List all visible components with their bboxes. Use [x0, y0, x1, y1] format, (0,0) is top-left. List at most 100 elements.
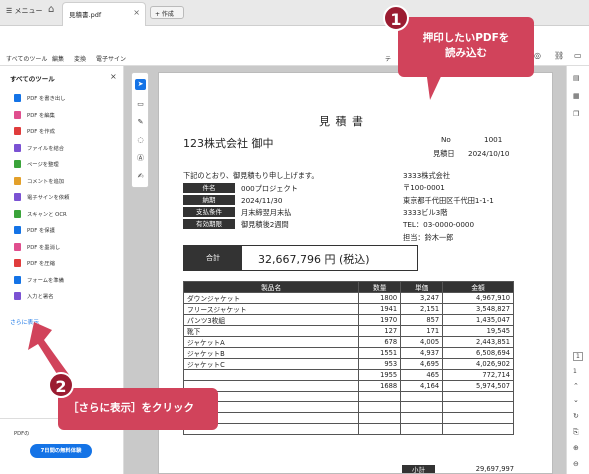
home-icon[interactable]: ⌂ [48, 4, 54, 15]
table-cell: 465 [400, 369, 444, 381]
date-value: 2024/10/10 [468, 149, 510, 158]
table-cell: 6,508,694 [442, 347, 514, 359]
sidebar-item[interactable]: PDF を作成 [14, 125, 55, 137]
sidebar-item[interactable]: 電子サインを依頼 [14, 191, 69, 203]
table-row: フリースジャケット 1941 2,151 3,548,827 [182, 303, 514, 315]
info-value: 御見積後2週間 [241, 220, 289, 229]
sidebar-item[interactable]: コメントを追加 [14, 175, 64, 187]
table-cell: ダウンジャケット [182, 292, 360, 304]
sidebar-item[interactable]: ページを整理 [14, 158, 59, 170]
info-value: 月末締翌月末払 [241, 208, 292, 217]
sidebar-item[interactable]: ファイルを結合 [14, 142, 64, 154]
close-tab-icon[interactable]: × [133, 8, 140, 17]
table-cell: 19,545 [442, 325, 514, 337]
table-cell: 3,548,827 [442, 303, 514, 315]
tool-icon [14, 292, 21, 300]
intro-text: 下記のとおり、御見積もり申し上げます。 [183, 171, 319, 180]
table-cell: パンツ3枚組 [182, 314, 360, 326]
nav-convert[interactable]: 変換 [74, 54, 86, 63]
tool-icon [14, 127, 21, 135]
table-cell: 857 [400, 314, 444, 326]
page-down-icon[interactable]: ⌄ [573, 396, 579, 404]
zoom-in-icon[interactable]: ⊕ [573, 444, 579, 452]
sidebar-item[interactable]: スキャンと OCR [14, 208, 67, 220]
sign-icon[interactable]: ✍ [135, 171, 146, 182]
company-line: 3333ビル3階 [403, 207, 448, 217]
table-row [182, 401, 514, 414]
sidebar-item[interactable]: PDF を墨消し [14, 241, 60, 253]
comment-icon[interactable]: ▭ [574, 51, 582, 60]
free-trial-button[interactable]: 7日間の無料体験 [30, 444, 92, 458]
table-row: ジャケットC 953 4,695 4,026,902 [182, 358, 514, 370]
table-row: ジャケットA 678 4,005 2,443,851 [182, 336, 514, 348]
link-icon[interactable]: ⛓ [554, 51, 564, 60]
trial-text: PDFの [14, 431, 30, 437]
table-cell: フリースジャケット [182, 303, 360, 315]
sidebar-item[interactable]: PDF を編集 [14, 109, 55, 121]
page-total: 1 [573, 368, 577, 375]
highlight-pen-icon[interactable]: ✎ [135, 117, 146, 128]
nav-edit[interactable]: 編集 [52, 54, 64, 63]
add-comment-icon[interactable]: ▭ [135, 99, 146, 110]
sidebar-title: すべてのツール [10, 75, 55, 83]
new-tab-button[interactable]: + 作成 [150, 6, 184, 19]
menu-button[interactable]: ☰ メニュー [6, 6, 43, 16]
copy-icon[interactable]: ❐ [573, 110, 579, 118]
info-value: 000プロジェクト [241, 184, 298, 193]
table-cell: 4,005 [400, 336, 444, 348]
info-label: 件名 [183, 183, 235, 193]
sidebar-item[interactable]: PDF を圧縮 [14, 257, 55, 269]
right-panel: ▤ ▦ ❐ 1 1 ⌃ ⌄ ↻ ⎘ ⊕ ⊖ [566, 66, 589, 474]
comments-panel-icon[interactable]: ▤ [573, 74, 580, 82]
sidebar-item-label: PDF を圧縮 [27, 261, 55, 267]
table-row: パンツ3枚組 1970 857 1,435,047 [182, 314, 514, 326]
nav-esign[interactable]: 電子サイン [96, 54, 126, 63]
table-row: ジャケットB 1551 4,937 6,508,694 [182, 347, 514, 359]
page-number-input[interactable]: 1 [573, 352, 583, 361]
total-box: 合計 32,667,796 円 (税込) [183, 245, 418, 271]
table-cell [358, 401, 402, 414]
tool-icon [14, 94, 21, 102]
table-row: ダウンジャケット 1800 3,247 4,967,910 [182, 292, 514, 304]
save-icon[interactable]: ⎘ [573, 428, 579, 437]
table-header: 製品名 [182, 281, 360, 293]
date-label: 見積日 [433, 149, 455, 158]
text-box-icon[interactable]: Ⓐ [135, 153, 146, 164]
document-tab[interactable]: 見積書.pdf × [62, 2, 146, 26]
sidebar-item-label: フォームを準備 [27, 277, 64, 284]
table-cell [442, 412, 514, 424]
rotate-icon[interactable]: ↻ [573, 412, 579, 420]
sidebar-item[interactable]: PDF を保護 [14, 224, 55, 236]
table-cell: 2,443,851 [442, 336, 514, 348]
nav-cut-label[interactable]: テ [385, 54, 391, 63]
callout1-pointer [426, 70, 444, 100]
zoom-out-icon[interactable]: ⊖ [573, 460, 579, 468]
sidebar-item[interactable]: フォームを準備 [14, 274, 64, 286]
callout2-text: ［さらに表示］をクリック [68, 402, 194, 414]
sidebar-item[interactable]: PDF を書き出し [14, 92, 66, 104]
select-cursor-icon[interactable]: ➤ [135, 79, 146, 90]
table-header: 数量 [358, 281, 402, 293]
page-up-icon[interactable]: ⌃ [573, 382, 579, 390]
table-cell: ジャケットA [182, 336, 360, 348]
callout1-line2: 読み込む [445, 47, 487, 59]
ai-assistant-icon[interactable]: ◎ [534, 51, 541, 60]
tool-icon [14, 176, 21, 185]
company-line: 東京都千代田区千代田1-1-1 [403, 195, 494, 205]
sidebar-item-label: スキャンと OCR [27, 211, 67, 218]
table-header: 金額 [442, 281, 514, 293]
close-sidebar-icon[interactable]: × [110, 72, 117, 81]
sidebar-item-label: PDF を保護 [27, 228, 55, 234]
sidebar-item[interactable]: 入力と署名 [14, 290, 54, 302]
annotation-toolstrip: ➤ ▭ ✎ ◌ Ⓐ ✍ [131, 72, 149, 188]
table-cell [442, 401, 514, 414]
tool-icon [14, 259, 21, 267]
pages-panel-icon[interactable]: ▦ [573, 92, 580, 100]
show-more-link[interactable]: さらに表示 [10, 317, 39, 326]
table-cell: 4,937 [400, 347, 444, 359]
table-cell [442, 422, 514, 435]
sidebar-item-label: コメントを追加 [27, 178, 65, 185]
subtotal-value: 29,697,997 [475, 465, 514, 473]
draw-icon[interactable]: ◌ [135, 135, 146, 146]
items-table: 製品名 数量 単価 金額 ダウンジャケット 1800 3,247 4,967,910 フリース… [182, 281, 514, 435]
